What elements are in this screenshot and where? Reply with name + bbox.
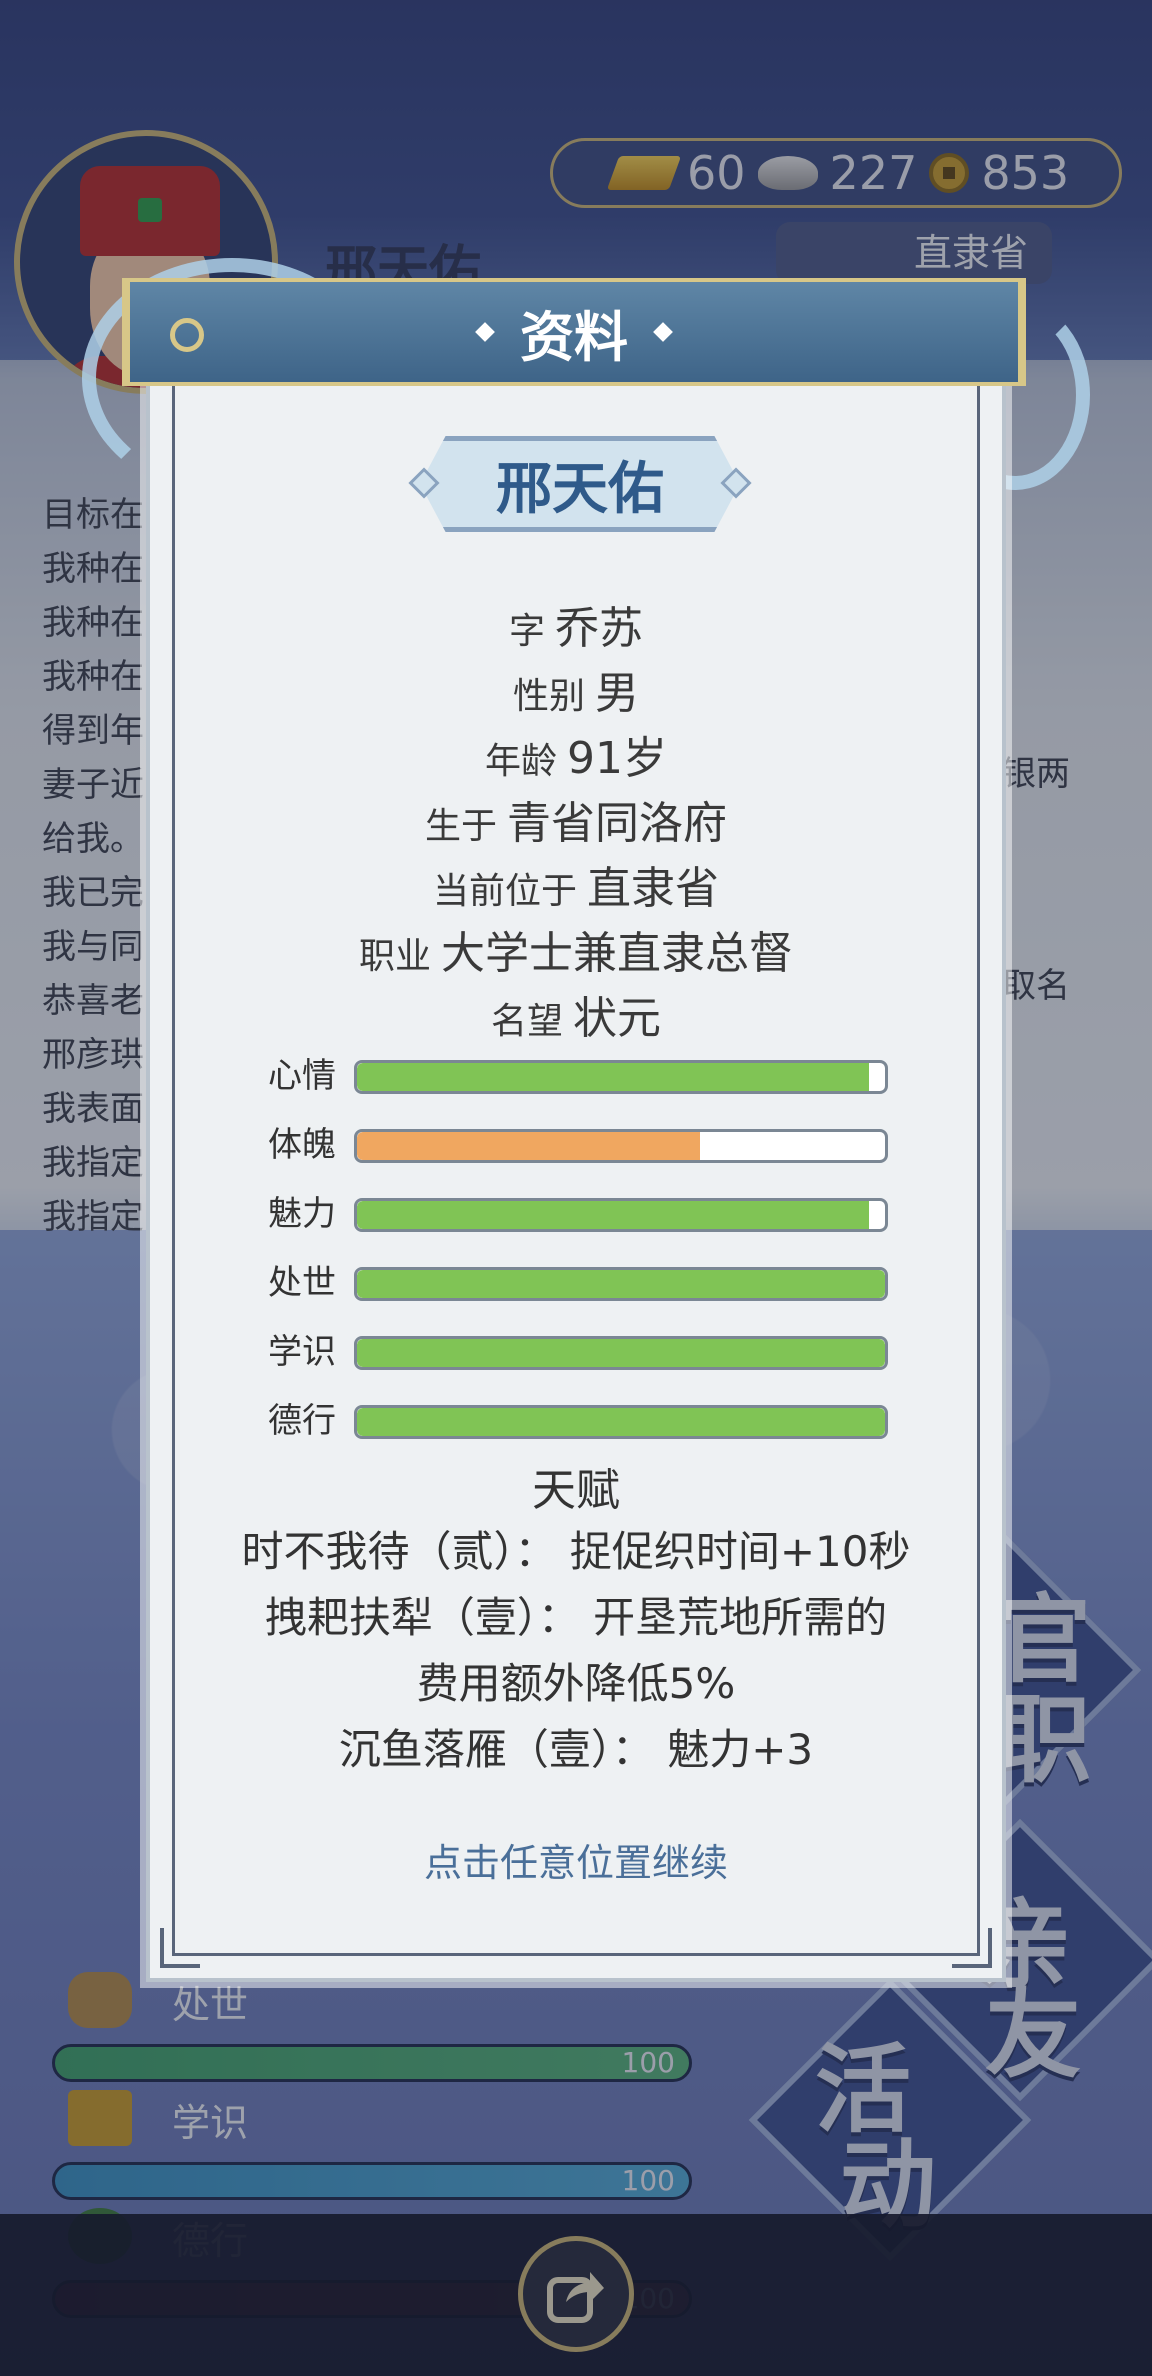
info-value: 青省同洛府: [507, 798, 727, 849]
attr-track: [354, 1129, 888, 1163]
attr-fill: [357, 1132, 701, 1160]
attr-row-mood: 心情: [268, 1054, 888, 1104]
attr-fill: [357, 1270, 885, 1298]
info-courtesy-name: 字乔苏: [150, 592, 1002, 656]
info-key: 名望: [490, 1001, 563, 1042]
diamond-dot-icon: [653, 322, 673, 342]
attr-label: 学识: [268, 1332, 336, 1372]
attr-track: [354, 1060, 888, 1094]
dialog-header: 资料: [122, 278, 1026, 386]
continue-hint[interactable]: 点击任意位置继续: [150, 1832, 1002, 1887]
attr-row-physique: 体魄: [268, 1123, 888, 1173]
attr-track: [354, 1336, 888, 1370]
attr-label: 魅力: [268, 1194, 336, 1234]
attr-track: [354, 1198, 888, 1232]
attr-fill: [357, 1339, 885, 1367]
info-value: 直隶省: [587, 863, 719, 914]
attr-label: 德行: [268, 1401, 336, 1441]
diamond-dot-icon: [475, 322, 495, 342]
info-value: 乔苏: [555, 603, 643, 654]
attr-fill: [357, 1063, 870, 1091]
attr-row-knowledge: 学识: [268, 1330, 888, 1380]
talent-title: 天赋: [532, 1465, 620, 1516]
info-age: 年龄 91岁: [150, 722, 1002, 786]
ring-ornament-icon: [170, 318, 204, 352]
attr-row-virtue: 德行: [268, 1399, 888, 1449]
talent-line: 沉鱼落雁（壹）： 魅力+3: [338, 1725, 814, 1774]
info-key: 字: [508, 611, 545, 652]
info-value: 状元: [573, 993, 661, 1044]
attr-label: 处世: [268, 1263, 336, 1303]
info-value: 91岁: [567, 733, 667, 784]
info-birthplace: 生于 青省同洛府: [150, 787, 1002, 851]
corner-ornament: [160, 1928, 200, 1968]
info-value: 大学士兼直隶总督: [441, 928, 793, 979]
attr-track: [354, 1405, 888, 1439]
info-key: 性别: [512, 676, 585, 717]
attr-label: 心情: [268, 1056, 336, 1096]
info-gender: 性别男: [150, 657, 1002, 721]
info-key: 年龄: [484, 741, 557, 782]
profile-dialog[interactable]: 邢天佑 字乔苏 性别男 年龄 91岁 生于 青省同洛府 当前位于 直隶省 职业 大学士兼…: [146, 370, 1006, 1982]
info-occupation: 职业 大学士兼直隶总督: [150, 917, 1002, 981]
info-key: 职业: [358, 936, 431, 977]
attr-track: [354, 1267, 888, 1301]
name-plate: 邢天佑: [420, 436, 740, 532]
info-key: 生于: [424, 806, 497, 847]
info-location: 当前位于 直隶省: [150, 852, 1002, 916]
talent-line: 费用额外降低5%: [416, 1659, 736, 1708]
talent-line: 拽耙扶犁（壹）： 开垦荒地所需的: [264, 1593, 888, 1642]
info-key: 当前位于: [432, 871, 577, 912]
attr-fill: [357, 1408, 885, 1436]
attr-row-charm: 魅力: [268, 1192, 888, 1242]
talent-line: 时不我待（贰）： 捉促织时间+10秒: [241, 1527, 911, 1576]
attr-label: 体魄: [268, 1125, 336, 1165]
corner-ornament: [952, 1928, 992, 1968]
attr-row-conduct: 处世: [268, 1261, 888, 1311]
dialog-title: 资料: [520, 305, 628, 369]
attr-fill: [357, 1201, 870, 1229]
info-reputation: 名望 状元: [150, 982, 1002, 1046]
info-value: 男: [595, 668, 639, 719]
